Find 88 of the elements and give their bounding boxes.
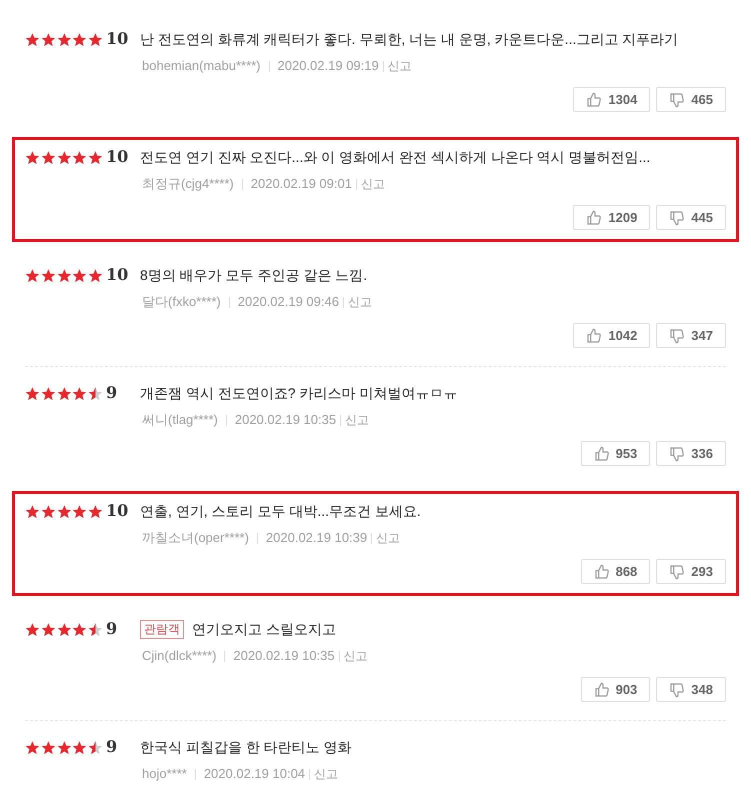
like-button[interactable]: 1042 bbox=[573, 323, 650, 348]
star-icon bbox=[72, 32, 88, 46]
review-text: 개존잼 역시 전도연이죠? 카리스마 미쳐벌여ㅠㅁㅠ bbox=[140, 384, 458, 402]
star-icon bbox=[40, 386, 56, 400]
star-icon bbox=[56, 150, 72, 164]
star-icon bbox=[56, 740, 72, 754]
dislike-button[interactable]: 445 bbox=[656, 205, 726, 230]
star-icon bbox=[88, 386, 103, 400]
author-name: hojo**** bbox=[142, 765, 187, 784]
star-icon bbox=[25, 268, 40, 282]
review-text: 8명의 배우가 모두 주인공 같은 느낌. bbox=[140, 266, 368, 284]
dislike-button[interactable]: 347 bbox=[656, 323, 726, 348]
review-text: 전도연 연기 진짜 오진다...와 이 영화에서 완전 섹시하게 나온다 역시 명불허전임... bbox=[140, 148, 650, 166]
score: 9 bbox=[105, 382, 118, 404]
star-icon bbox=[40, 150, 56, 164]
thumbs-down-icon bbox=[669, 446, 686, 462]
thumbs-up-icon bbox=[586, 92, 602, 108]
author-name: Cjin(dlck****) bbox=[142, 647, 216, 666]
star-icon bbox=[56, 622, 72, 636]
review-date: 2020.02.19 10:35 bbox=[234, 411, 336, 430]
dislike-button[interactable]: 465 bbox=[656, 87, 726, 112]
star-icon bbox=[72, 504, 88, 518]
star-icon bbox=[25, 32, 40, 46]
score: 10 bbox=[105, 146, 130, 168]
review-date: 2020.02.19 10:04 bbox=[204, 765, 306, 784]
thumbs-up-icon bbox=[594, 564, 610, 580]
star-icon bbox=[25, 622, 40, 636]
star-icon bbox=[72, 740, 88, 754]
star-icon bbox=[88, 32, 103, 46]
star-icon bbox=[40, 740, 56, 754]
star-icon bbox=[88, 622, 103, 636]
star-icon bbox=[40, 622, 56, 636]
author-name: 최정규(cjg4****) bbox=[142, 175, 234, 194]
review-text: 연기오지고 스릴오지고 bbox=[192, 620, 336, 638]
viewer-badge: 관람객 bbox=[140, 620, 184, 638]
star-icon bbox=[25, 386, 40, 400]
star-icon bbox=[72, 150, 88, 164]
star-icon bbox=[88, 268, 103, 282]
star-icon bbox=[72, 268, 88, 282]
thumbs-down-icon bbox=[669, 564, 686, 580]
score: 10 bbox=[105, 500, 130, 522]
thumbs-down-icon bbox=[669, 682, 686, 698]
score: 9 bbox=[105, 736, 118, 758]
author-name: bohemian(mabu****) bbox=[142, 57, 261, 76]
dislike-button[interactable]: 336 bbox=[656, 441, 726, 466]
star-icon bbox=[40, 32, 56, 46]
dislike-button[interactable]: 348 bbox=[656, 677, 726, 702]
review-text: 연출, 연기, 스토리 모두 대박...무조건 보세요. bbox=[140, 502, 421, 520]
thumbs-up-icon bbox=[594, 446, 610, 462]
like-button[interactable]: 953 bbox=[580, 441, 650, 466]
star-icon bbox=[56, 268, 72, 282]
review-date: 2020.02.19 09:01 bbox=[250, 175, 352, 194]
star-icon bbox=[25, 150, 40, 164]
star-icon bbox=[72, 386, 88, 400]
dislike-button[interactable]: 293 bbox=[656, 559, 726, 584]
review-date: 2020.02.19 10:35 bbox=[233, 647, 335, 666]
score: 10 bbox=[105, 264, 130, 286]
star-icon bbox=[25, 504, 40, 518]
star-icon bbox=[40, 268, 56, 282]
author-name: 써니(tlag****) bbox=[142, 411, 218, 430]
star-icon bbox=[40, 504, 56, 518]
like-button[interactable]: 903 bbox=[580, 677, 650, 702]
star-icon bbox=[56, 386, 72, 400]
review-text: 한국식 피칠갑을 한 타란티노 영화 bbox=[140, 738, 352, 756]
review-date: 2020.02.19 09:19 bbox=[278, 57, 379, 76]
thumbs-down-icon bbox=[669, 328, 686, 344]
thumbs-down-icon bbox=[669, 210, 686, 226]
star-icon bbox=[88, 504, 103, 518]
star-icon bbox=[72, 622, 88, 636]
review-text: 난 전도연의 화류계 캐릭터가 좋다. 무뢰한, 너는 내 운명, 카운트다운...그리고 지푸라기 bbox=[140, 30, 678, 48]
thumbs-up-icon bbox=[594, 682, 610, 698]
author-name: 까칠소녀(oper****) bbox=[142, 529, 249, 548]
review-date: 2020.02.19 10:39 bbox=[266, 529, 368, 548]
score: 10 bbox=[105, 28, 130, 50]
score: 9 bbox=[105, 618, 118, 640]
thumbs-down-icon bbox=[669, 92, 686, 108]
star-icon bbox=[88, 740, 103, 754]
star-icon bbox=[88, 150, 103, 164]
like-button[interactable]: 1304 bbox=[573, 87, 650, 112]
like-button[interactable]: 868 bbox=[580, 559, 650, 584]
star-icon bbox=[56, 504, 72, 518]
star-icon bbox=[56, 32, 72, 46]
like-button[interactable]: 1209 bbox=[573, 205, 650, 230]
author-name: 달다(fxko****) bbox=[142, 293, 221, 312]
thumbs-up-icon bbox=[586, 328, 602, 344]
star-icon bbox=[25, 740, 40, 754]
review-date: 2020.02.19 09:46 bbox=[238, 293, 339, 312]
thumbs-up-icon bbox=[586, 210, 602, 226]
